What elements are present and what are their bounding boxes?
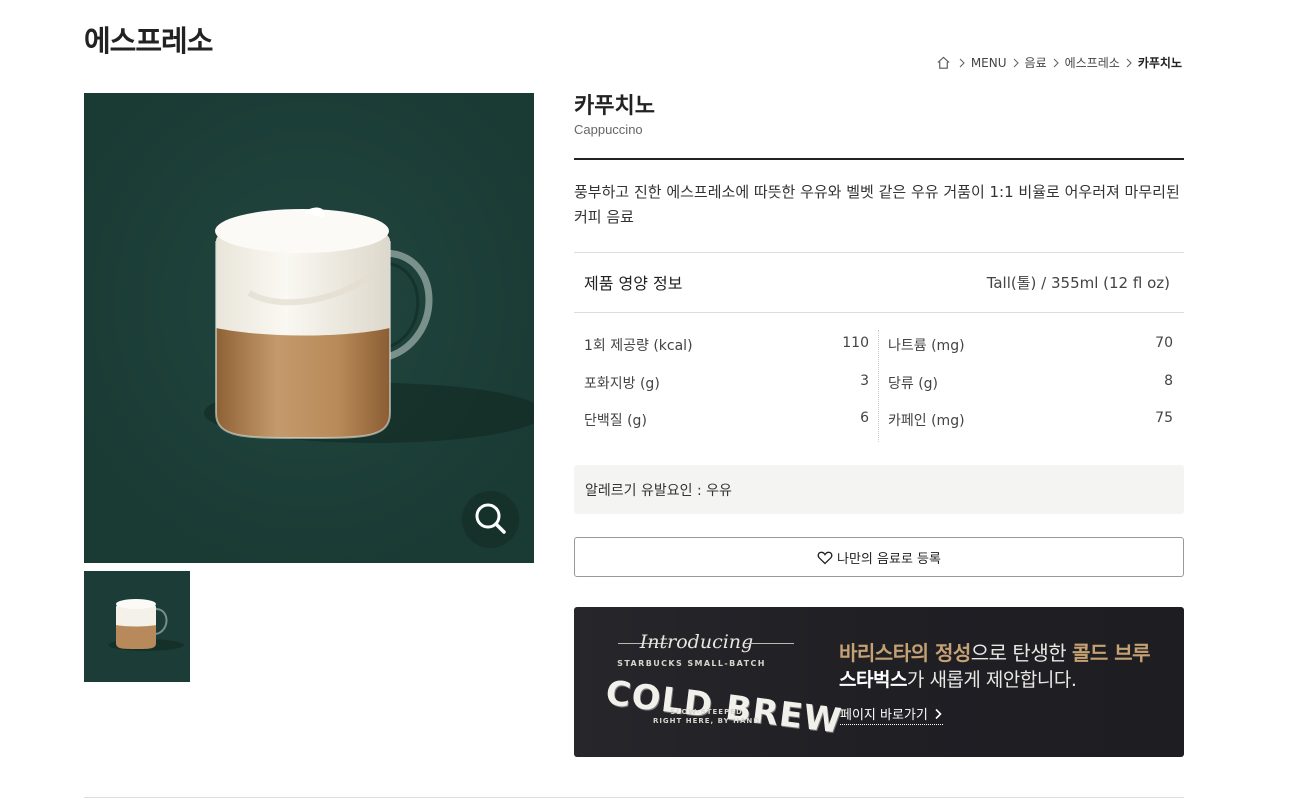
cold-brew-logo-intro: Introducing [639, 631, 754, 653]
breadcrumb: MENU 음료 에스프레소 카푸치노 [936, 54, 1182, 71]
magnifier-icon [475, 503, 506, 534]
nutrition-label: 1회 제공량 (kcal) [584, 338, 693, 354]
product-name: 카푸치노 [574, 94, 655, 119]
divider [574, 312, 1184, 313]
bottom-divider [84, 797, 1184, 798]
breadcrumb-drinks[interactable]: 음료 [1025, 54, 1047, 71]
nutrition-value: 3 [860, 372, 869, 389]
banner-headline: 바리스타의 정성으로 탄생한 콜드 브루 [839, 637, 1151, 666]
nutrition-size: Tall(톨) / 355ml (12 fl oz) [986, 274, 1170, 292]
banner-page-link[interactable]: 페이지 바로가기 [840, 704, 943, 725]
chevron-right-icon [959, 58, 965, 67]
nutrition-column-right: 나트륨 (mg) 70 당류 (g) 8 카페인 (mg) 75 [888, 330, 1173, 443]
allergy-info: 알레르기 유발요인 : 우유 [574, 465, 1184, 514]
nutrition-label: 단백질 (g) [584, 413, 647, 429]
cold-brew-logo-subtitle: STARBUCKS SMALL-BATCH [617, 659, 766, 668]
divider [574, 252, 1184, 253]
breadcrumb-espresso[interactable]: 에스프레소 [1065, 54, 1120, 71]
nutrition-table: 1회 제공량 (kcal) 110 포화지방 (g) 3 단백질 (g) 6 나… [584, 330, 1174, 442]
nutrition-label: 당류 (g) [888, 375, 939, 392]
banner-headline-highlight: 바리스타의 정성 [839, 641, 971, 665]
banner-brand: 스타벅스 [839, 669, 907, 691]
nutrition-value: 8 [1164, 372, 1173, 389]
product-thumbnail[interactable] [84, 571, 190, 682]
nutrition-column-left: 1회 제공량 (kcal) 110 포화지방 (g) 3 단백질 (g) 6 [584, 330, 869, 443]
page-title: 에스프레소 [84, 24, 213, 58]
chevron-right-icon [1013, 58, 1019, 67]
allergy-text: 알레르기 유발요인 : 우유 [585, 483, 732, 499]
nutrition-row: 당류 (g) 8 [888, 368, 1173, 406]
banner-headline-highlight: 콜드 브루 [1071, 641, 1151, 665]
nutrition-row: 나트륨 (mg) 70 [888, 330, 1173, 368]
breadcrumb-current: 카푸치노 [1137, 56, 1182, 70]
cold-brew-banner[interactable]: Introducing STARBUCKS SMALL-BATCH COLD B… [574, 607, 1184, 757]
banner-link-label: 페이지 바로가기 [840, 708, 928, 723]
nutrition-row: 포화지방 (g) 3 [584, 368, 869, 406]
nutrition-value: 6 [860, 410, 869, 426]
zoom-button[interactable] [462, 491, 519, 548]
product-english-name: Cappuccino [574, 122, 643, 137]
cold-brew-logo-tagline: RIGHT HERE, BY HAND [652, 717, 761, 725]
chevron-right-icon [1126, 58, 1132, 67]
add-favorite-drink-button[interactable]: 나만의 음료로 등록 [574, 537, 1184, 577]
home-icon[interactable] [936, 55, 951, 70]
banner-rule [744, 643, 794, 644]
heart-icon [817, 551, 833, 564]
product-image [84, 93, 534, 563]
nutrition-label: 나트륨 (mg) [888, 338, 965, 354]
nutrition-heading: 제품 영양 정보 [584, 274, 683, 293]
product-description: 풍부하고 진한 에스프레소에 따뜻한 우유와 벨벳 같은 우유 거품이 1:1 … [574, 183, 1180, 226]
nutrition-row: 1회 제공량 (kcal) 110 [584, 330, 869, 368]
nutrition-value: 70 [1155, 335, 1173, 351]
breadcrumb-menu[interactable]: MENU [971, 56, 1007, 70]
nutrition-column-divider [878, 330, 879, 442]
banner-subheadline: 스타벅스가 새롭게 제안합니다. [839, 665, 1077, 692]
nutrition-row: 카페인 (mg) 75 [888, 405, 1173, 443]
cold-brew-logo-tagline: SLOW-STEEPED [670, 708, 743, 716]
nutrition-value: 110 [842, 335, 869, 351]
add-favorite-drink-label: 나만의 음료로 등록 [837, 551, 941, 567]
chevron-right-icon [1053, 58, 1059, 67]
banner-headline-text: 으로 탄생한 [970, 641, 1072, 665]
chevron-right-icon [935, 708, 942, 719]
banner-subheadline-text: 가 새롭게 제안합니다. [906, 669, 1077, 691]
nutrition-label: 카페인 (mg) [888, 413, 965, 429]
nutrition-value: 75 [1155, 410, 1173, 426]
cappuccino-thumb-image [84, 571, 190, 682]
nutrition-label: 포화지방 (g) [584, 375, 660, 392]
nutrition-row: 단백질 (g) 6 [584, 405, 869, 443]
title-divider [574, 158, 1184, 160]
